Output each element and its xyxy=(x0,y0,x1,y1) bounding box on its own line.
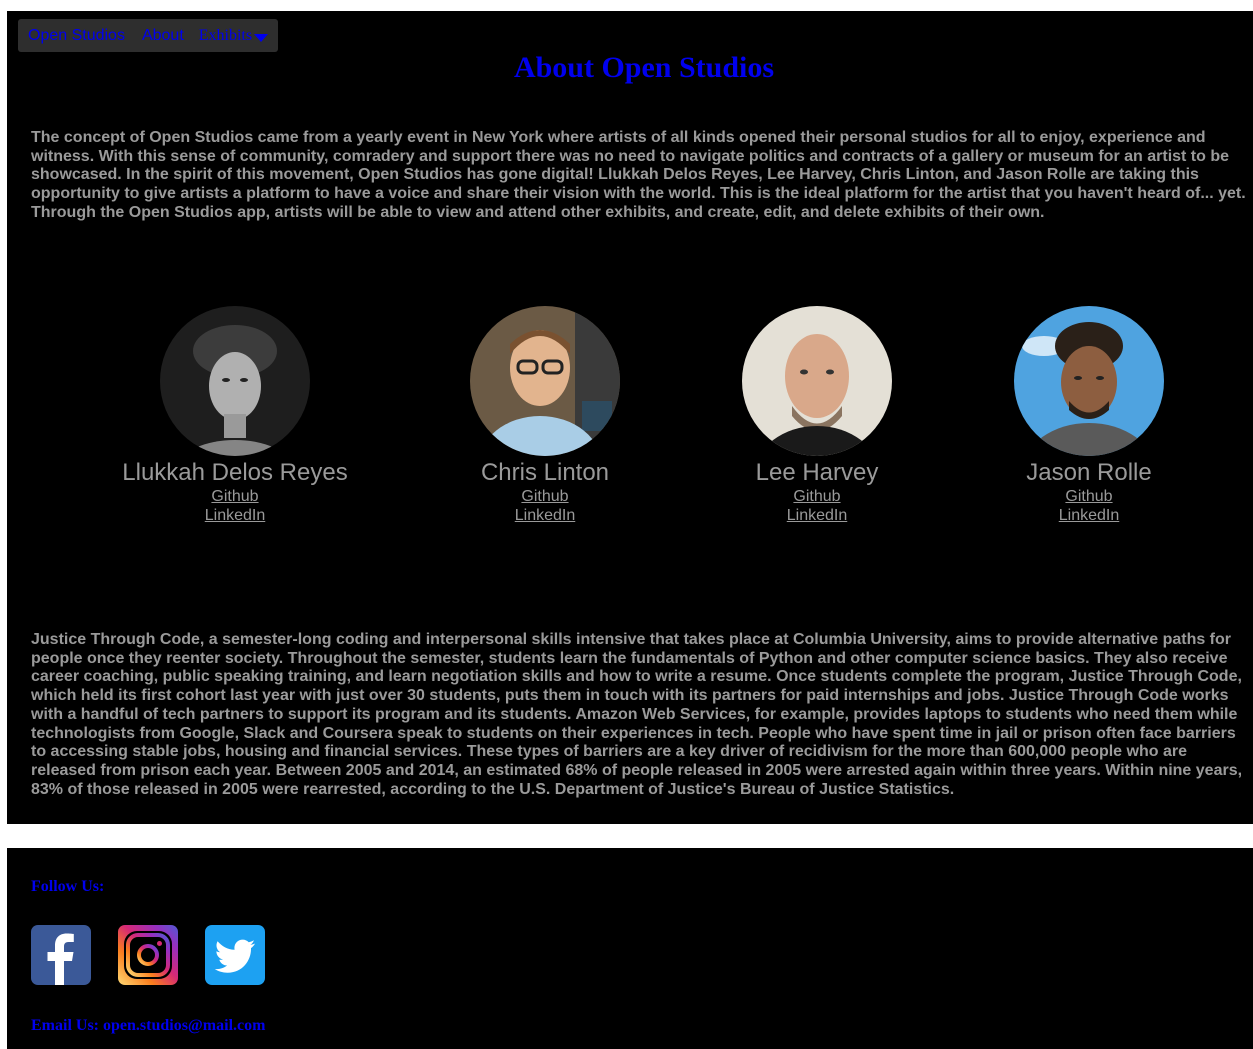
follow-us-label: Follow Us: xyxy=(31,878,105,895)
instagram-icon[interactable] xyxy=(118,925,178,985)
linkedin-link[interactable]: LinkedIn xyxy=(395,506,695,525)
member-name: Jason Rolle xyxy=(1026,459,1152,486)
footer: Follow Us: Email Us: open.studios@mail.c… xyxy=(7,848,1253,1049)
profile-photo xyxy=(160,306,310,456)
profile-photo xyxy=(742,306,892,456)
linkedin-link[interactable]: LinkedIn xyxy=(85,506,385,525)
github-link[interactable]: Github xyxy=(395,487,695,506)
member-name: Lee Harvey xyxy=(755,459,879,486)
nav-about-link[interactable]: About xyxy=(142,27,184,45)
nav-home-link[interactable]: Open Studios xyxy=(28,27,125,45)
profile-photo xyxy=(470,306,620,456)
github-link[interactable]: Github xyxy=(939,487,1239,506)
team-member-card: Llukkah Delos Reyes Github LinkedIn xyxy=(85,306,385,525)
linkedin-link[interactable]: LinkedIn xyxy=(939,506,1239,525)
facebook-icon[interactable] xyxy=(31,925,91,985)
team-member-card: Jason Rolle Github LinkedIn xyxy=(939,306,1239,525)
avatar xyxy=(1014,306,1164,456)
nav-exhibits-label: Exhibits xyxy=(198,26,253,44)
justice-through-code-paragraph: Justice Through Code, a semester-long co… xyxy=(31,631,1243,798)
navbar: Open Studios About Exhibits xyxy=(18,19,278,52)
avatar xyxy=(742,306,892,456)
linkedin-link[interactable]: LinkedIn xyxy=(667,506,967,525)
nav-exhibits-dropdown[interactable]: Exhibits xyxy=(198,26,269,45)
team-member-card: Chris Linton Github LinkedIn xyxy=(395,306,695,525)
twitter-icon[interactable] xyxy=(205,925,265,985)
github-link[interactable]: Github xyxy=(85,487,385,506)
main-section: Open Studios About Exhibits About Open S… xyxy=(7,11,1253,824)
email-contact[interactable]: Email Us: open.studios@mail.com xyxy=(31,1017,265,1035)
profile-photo xyxy=(1014,306,1164,456)
intro-paragraph: The concept of Open Studios came from a … xyxy=(31,129,1246,221)
page-title: About Open Studios xyxy=(513,51,775,84)
github-link[interactable]: Github xyxy=(667,487,967,506)
member-name: Chris Linton xyxy=(480,459,610,486)
caret-down-icon xyxy=(254,33,269,42)
member-name: Llukkah Delos Reyes xyxy=(122,459,348,486)
avatar xyxy=(160,306,310,456)
team-member-card: Lee Harvey Github LinkedIn xyxy=(667,306,967,525)
avatar xyxy=(470,306,620,456)
